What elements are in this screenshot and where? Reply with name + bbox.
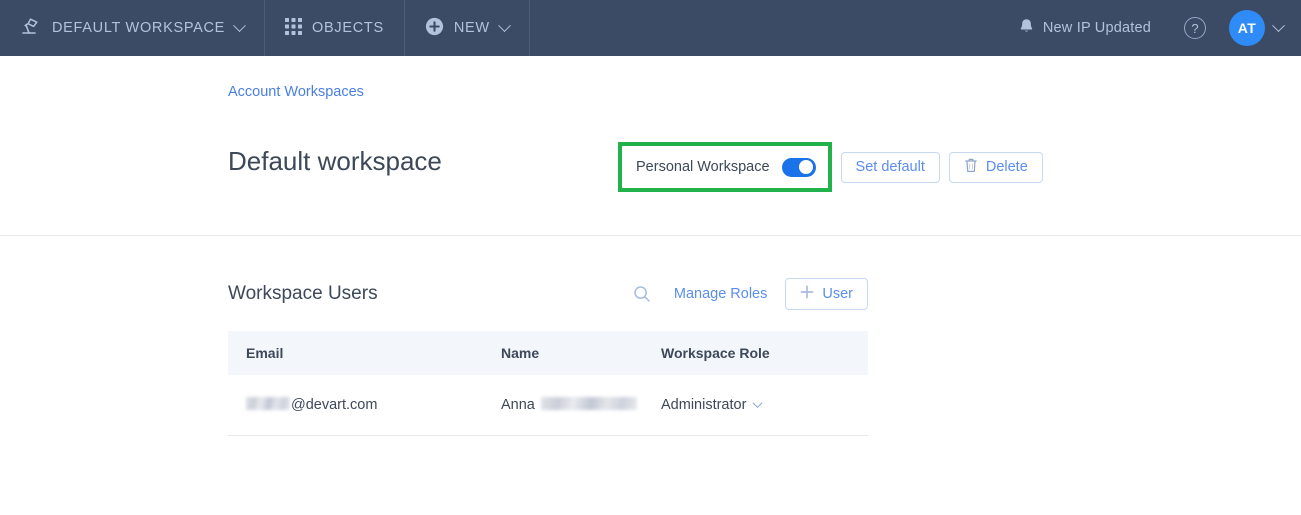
chevron-down-icon (233, 18, 246, 32)
new-menu-label: NEW (453, 20, 490, 36)
trash-icon (964, 157, 978, 177)
role-dropdown[interactable]: Administrator (661, 397, 868, 413)
workspace-users-panel: Workspace Users Manage Roles User Email … (228, 274, 868, 436)
workspace-selector-label: DEFAULT WORKSPACE (52, 20, 226, 36)
table-body: @devart.com Anna Administrator (228, 375, 868, 436)
set-default-button[interactable]: Set default (840, 151, 940, 183)
new-menu[interactable]: NEW (405, 0, 529, 56)
set-default-label: Set default (855, 159, 925, 175)
cell-name: Anna (483, 375, 643, 436)
grid-icon (285, 17, 303, 39)
chevron-down-icon (497, 18, 511, 32)
workspace-users-title: Workspace Users (228, 283, 378, 304)
toggle-knob (799, 160, 814, 174)
objects-menu[interactable]: OBJECTS (265, 0, 404, 56)
help-button[interactable]: ? (1167, 0, 1223, 56)
chevron-down-icon (1272, 18, 1285, 32)
search-icon[interactable] (626, 278, 658, 310)
objects-menu-label: OBJECTS (312, 20, 384, 36)
column-header-workspace-role[interactable]: Workspace Role (643, 331, 868, 375)
personal-workspace-toggle[interactable] (781, 157, 816, 177)
workspace-users-table: Email Name Workspace Role @devart.com An… (228, 331, 868, 436)
delete-label: Delete (985, 159, 1028, 175)
add-user-button[interactable]: User (785, 278, 868, 310)
page-title: Default workspace (228, 146, 442, 176)
page-title-row: Default workspace (228, 146, 442, 177)
desk-lamp-icon (20, 16, 42, 40)
workspace-actions: Personal Workspace Set default Delete (618, 142, 1043, 192)
workspace-users-tools: Manage Roles User (626, 278, 868, 310)
bell-icon (1019, 18, 1034, 39)
chevron-down-icon (752, 398, 763, 409)
email-suffix: @devart.com (291, 396, 378, 413)
cell-workspace-role: Administrator (643, 375, 868, 436)
help-icon: ? (1184, 17, 1206, 39)
redacted-email-prefix (246, 396, 290, 410)
manage-roles-link[interactable]: Manage Roles (658, 286, 786, 302)
workspace-users-header: Workspace Users Manage Roles User (228, 274, 868, 314)
role-value: Administrator (661, 396, 747, 413)
table-header: Email Name Workspace Role (228, 331, 868, 375)
breadcrumb[interactable]: Account Workspaces (228, 84, 364, 100)
column-header-email[interactable]: Email (228, 331, 483, 375)
workspace-selector[interactable]: DEFAULT WORKSPACE (0, 0, 264, 56)
redacted-name-suffix (540, 396, 637, 410)
section-divider (0, 235, 1301, 236)
add-user-label: User (822, 286, 853, 302)
cell-email: @devart.com (228, 375, 483, 436)
name-prefix: Anna (501, 396, 535, 413)
topbar-right-group: New IP Updated ? AT (1003, 0, 1301, 56)
plus-icon (800, 285, 814, 303)
personal-workspace-highlight: Personal Workspace (618, 142, 832, 192)
delete-button[interactable]: Delete (948, 151, 1043, 183)
top-navigation-bar: DEFAULT WORKSPACE OBJECTS NEW New IP Upd… (0, 0, 1301, 56)
user-menu[interactable]: AT (1223, 10, 1301, 46)
plus-circle-icon (425, 17, 444, 40)
table-row[interactable]: @devart.com Anna Administrator (228, 375, 868, 436)
notification-label: New IP Updated (1042, 20, 1151, 36)
notification-item[interactable]: New IP Updated (1003, 18, 1167, 39)
column-header-name[interactable]: Name (483, 331, 643, 375)
avatar: AT (1229, 10, 1265, 46)
table-header-row: Email Name Workspace Role (228, 331, 868, 375)
personal-workspace-label: Personal Workspace (636, 159, 770, 175)
